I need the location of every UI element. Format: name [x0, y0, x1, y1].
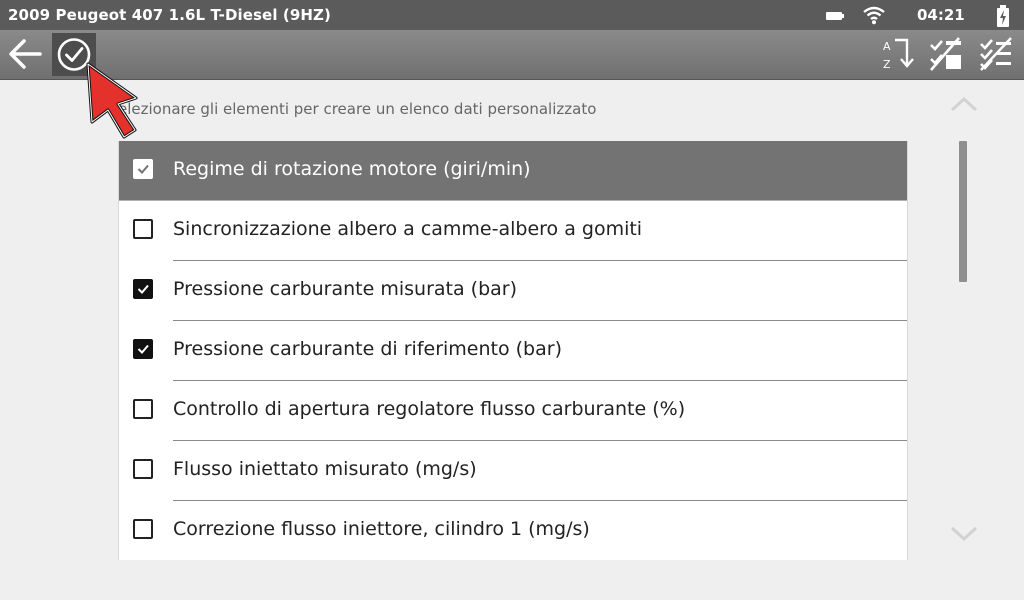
status-bar: 2009 Peugeot 407 1.6L T-Diesel (9HZ) 04:… — [0, 0, 1024, 30]
checkbox[interactable] — [133, 519, 153, 539]
toolbar: A Z — [0, 30, 1024, 80]
checkbox[interactable] — [133, 279, 153, 299]
svg-text:A: A — [883, 40, 891, 53]
list-item[interactable]: Flusso iniettato misurato (mg/s) — [119, 441, 907, 501]
pointer-arrow-icon — [80, 60, 144, 148]
list-item[interactable]: Pressione carburante misurata (bar) — [119, 261, 907, 321]
wifi-icon — [862, 5, 886, 29]
checkbox[interactable] — [133, 219, 153, 239]
list-item[interactable]: Correzione flusso iniettore, cilindro 1 … — [119, 501, 907, 560]
checkbox[interactable] — [133, 159, 153, 179]
battery-icon — [826, 12, 844, 20]
list-item-label: Pressione carburante di riferimento (bar… — [173, 338, 562, 360]
list-item-label: Pressione carburante misurata (bar) — [173, 278, 518, 300]
deselect-all-icon[interactable] — [978, 37, 1014, 71]
checkbox[interactable] — [133, 459, 153, 479]
list-item-label: Sincronizzazione albero a camme-albero a… — [173, 218, 643, 240]
list-item-label: Controllo di apertura regolatore flusso … — [173, 398, 686, 420]
chevron-up-icon[interactable] — [948, 94, 980, 118]
back-arrow-icon[interactable] — [6, 36, 44, 72]
instruction-text: elezionare gli elementi per creare un el… — [118, 100, 597, 118]
list-item[interactable]: Controllo di apertura regolatore flusso … — [119, 381, 907, 441]
chevron-down-icon[interactable] — [948, 524, 980, 548]
svg-text:Z: Z — [883, 58, 891, 71]
checkbox[interactable] — [133, 339, 153, 359]
data-item-list: Regime di rotazione motore (giri/min) Si… — [118, 141, 908, 560]
vehicle-title: 2009 Peugeot 407 1.6L T-Diesel (9HZ) — [8, 6, 331, 24]
scrollbar-thumb[interactable] — [959, 141, 967, 282]
select-all-icon[interactable] — [928, 37, 964, 71]
list-item-label: Correzione flusso iniettore, cilindro 1 … — [173, 518, 590, 540]
checkbox[interactable] — [133, 399, 153, 419]
list-item[interactable]: Regime di rotazione motore (giri/min) — [119, 141, 907, 201]
list-item-label: Flusso iniettato misurato (mg/s) — [173, 458, 477, 480]
clock: 04:21 — [917, 6, 965, 24]
list-item-label: Regime di rotazione motore (giri/min) — [173, 158, 531, 180]
sort-az-icon[interactable]: A Z — [880, 37, 916, 71]
list-item[interactable]: Sincronizzazione albero a camme-albero a… — [119, 201, 907, 261]
list-item[interactable]: Pressione carburante di riferimento (bar… — [119, 321, 907, 381]
charging-icon — [996, 5, 1010, 31]
